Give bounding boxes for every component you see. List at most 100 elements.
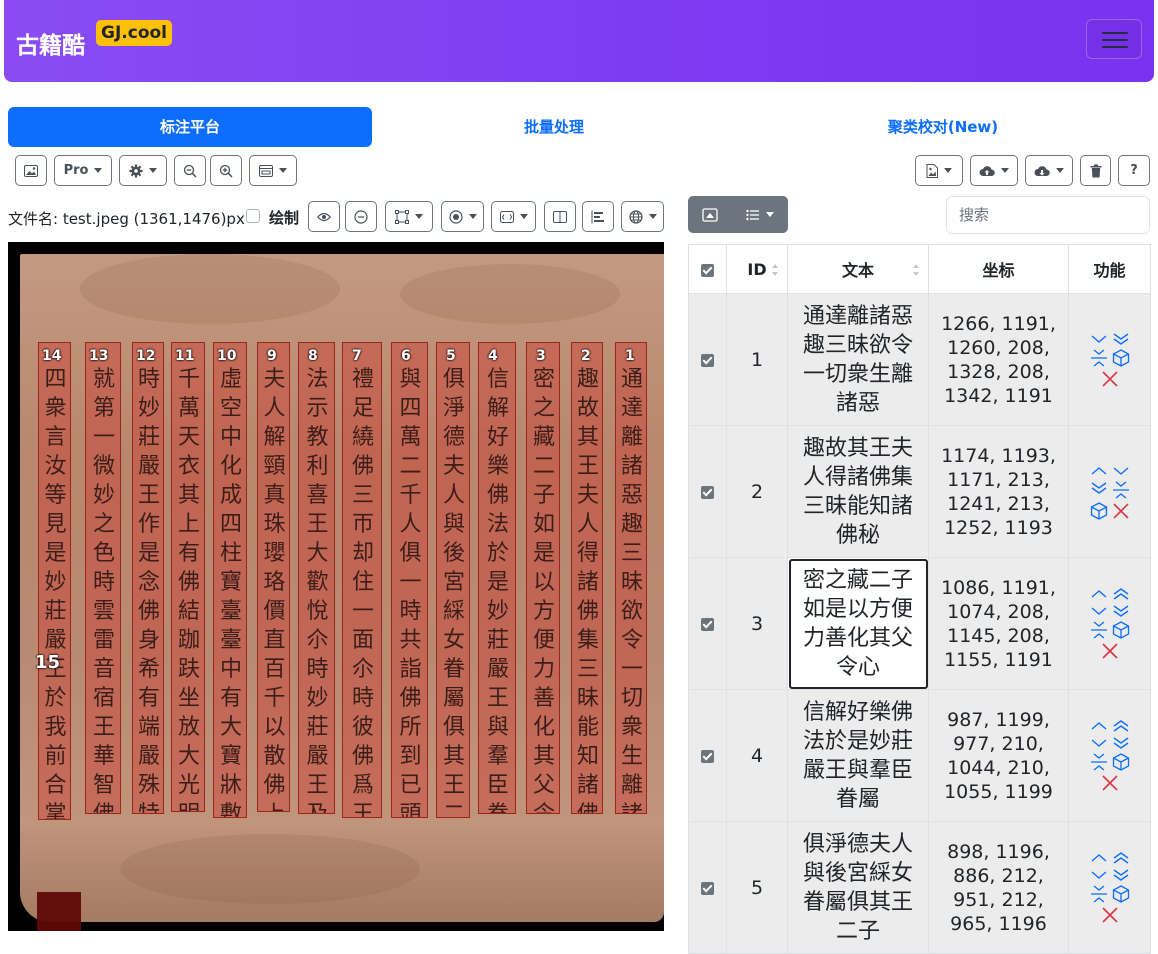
tab-batch[interactable]: 批量处理 xyxy=(372,107,736,147)
merge-icon[interactable] xyxy=(1112,480,1130,499)
box-icon[interactable] xyxy=(1112,885,1130,903)
window-dropdown[interactable] xyxy=(249,155,297,186)
upload-dropdown[interactable] xyxy=(970,155,1018,186)
region-11-box[interactable]: 千萬天衣其上有佛結跏趺坐放大光明尒 xyxy=(171,342,205,812)
row-text-editing[interactable]: 密之藏二子如是以方便力善化其父令心 xyxy=(787,557,929,690)
region-14-box[interactable]: 四衆言汝等見是妙莊嚴王於我前合掌立 xyxy=(38,342,71,820)
move-down-icon[interactable] xyxy=(1090,604,1108,618)
column-header-text[interactable]: 文本 xyxy=(787,244,929,294)
image-button[interactable] xyxy=(15,155,47,186)
list-dropdown[interactable] xyxy=(731,196,788,233)
region-13-box[interactable]: 就第一微妙之色時雲雷音宿王華智佛告 xyxy=(85,342,121,814)
draw-checkbox[interactable] xyxy=(246,209,260,223)
move-bottom-icon[interactable] xyxy=(1112,868,1130,882)
menu-toggle-button[interactable] xyxy=(1086,19,1142,59)
move-up-icon[interactable] xyxy=(1090,719,1108,733)
move-bottom-icon[interactable] xyxy=(1112,604,1130,618)
caret-down-icon xyxy=(765,212,774,217)
delete-row-icon[interactable] xyxy=(1101,642,1119,660)
row-checkbox[interactable] xyxy=(701,750,714,763)
move-top-icon[interactable] xyxy=(1112,851,1130,865)
region-7-number: 7 xyxy=(352,348,362,364)
bbox-dropdown[interactable] xyxy=(385,201,433,232)
image-viewer[interactable]: 通達離諸惡趣三昧欲令一切衆生離諸惡 1 趣故其王夫人得諸佛集三昧能知諸佛秘 2 密之藏二… xyxy=(8,242,664,931)
sort-icon[interactable] xyxy=(771,263,779,277)
move-top-icon[interactable] xyxy=(1112,587,1130,601)
move-down-icon[interactable] xyxy=(1112,464,1130,478)
move-up-icon[interactable] xyxy=(1090,851,1108,865)
help-button[interactable]: ? xyxy=(1118,155,1150,186)
row-text[interactable]: 通達離諸惡趣三昧欲令一切衆生離諸惡 xyxy=(787,293,929,426)
brand-name[interactable]: 古籍酷 xyxy=(16,26,85,60)
merge-icon[interactable] xyxy=(1090,753,1108,771)
fit-dropdown[interactable] xyxy=(491,201,536,232)
row-text[interactable]: 趣故其王夫人得諸佛集三昧能知諸佛秘 xyxy=(787,425,929,558)
region-4-box[interactable]: 信解好樂佛法於是妙莊嚴王與羣臣眷屬 xyxy=(478,342,516,814)
region-1-box[interactable]: 通達離諸惡趣三昧欲令一切衆生離諸惡 xyxy=(615,342,647,814)
merge-icon[interactable] xyxy=(1090,885,1108,903)
tab-cluster[interactable]: 聚类校对(New) xyxy=(758,107,1128,147)
region-12-box[interactable]: 時妙莊嚴王作是念佛身希有端嚴殊特成 xyxy=(132,342,164,814)
select-all-checkbox[interactable] xyxy=(701,263,714,277)
region-7-box[interactable]: 禮足繞佛三帀却住一面尒時彼佛爲王說 xyxy=(342,342,382,818)
table-row[interactable]: 4 信解好樂佛法於是妙莊嚴王與羣臣眷屬 987, 1199, 977, 210,… xyxy=(688,689,1151,822)
image-export-dropdown[interactable] xyxy=(915,155,963,186)
row-checkbox[interactable] xyxy=(701,486,714,499)
align-button[interactable] xyxy=(582,201,614,232)
merge-icon[interactable] xyxy=(1090,348,1108,367)
search-input[interactable] xyxy=(946,196,1150,234)
row-text[interactable]: 信解好樂佛法於是妙莊嚴王與羣臣眷屬 xyxy=(787,689,929,822)
delete-row-icon[interactable] xyxy=(1112,502,1130,520)
move-down-icon[interactable] xyxy=(1090,332,1108,346)
delete-row-icon[interactable] xyxy=(1101,906,1119,924)
move-top-icon[interactable] xyxy=(1112,719,1130,733)
tab-annotation[interactable]: 标注平台 xyxy=(8,107,372,147)
table-row[interactable]: 1 通達離諸惡趣三昧欲令一切衆生離諸惡 1266, 1191, 1260, 20… xyxy=(688,293,1151,426)
delete-button[interactable] xyxy=(1080,155,1111,186)
table-row[interactable]: 5 俱淨德夫人與後宮綵女眷屬俱其王二子 898, 1196, 886, 212,… xyxy=(688,821,1151,954)
move-bottom-icon[interactable] xyxy=(1112,332,1130,346)
region-10-box[interactable]: 虛空中化成四柱寶臺臺中有大寶牀敷百 xyxy=(213,342,247,818)
remove-button[interactable] xyxy=(345,201,377,232)
box-icon[interactable] xyxy=(1090,501,1108,520)
row-text[interactable]: 俱淨德夫人與後宮綵女眷屬俱其王二子 xyxy=(787,821,929,954)
move-up-icon[interactable] xyxy=(1090,587,1108,601)
show-image-button[interactable] xyxy=(688,196,731,233)
settings-dropdown[interactable] xyxy=(119,155,167,186)
select-all-checkbox-cell[interactable] xyxy=(688,244,727,294)
table-row[interactable]: 2 趣故其王夫人得諸佛集三昧能知諸佛秘 1174, 1193, 1171, 21… xyxy=(688,425,1151,558)
pro-dropdown[interactable]: Pro xyxy=(54,155,112,186)
record-dropdown[interactable] xyxy=(441,201,484,232)
region-8-box[interactable]: 法示教利喜王大歡悅尒時妙莊嚴王及其 xyxy=(298,342,335,814)
download-dropdown[interactable] xyxy=(1025,155,1073,186)
zoom-out-button[interactable] xyxy=(174,155,206,186)
box-icon[interactable] xyxy=(1112,348,1130,367)
column-header-id[interactable]: ID xyxy=(726,244,788,294)
move-down-icon[interactable] xyxy=(1090,736,1108,750)
region-5-box[interactable]: 俱淨德夫人與後宮綵女眷屬俱其王二子 xyxy=(436,342,470,818)
move-bottom-icon[interactable] xyxy=(1112,736,1130,750)
region-15-box[interactable] xyxy=(37,892,81,931)
visibility-toggle[interactable] xyxy=(308,201,340,232)
move-up-icon[interactable] xyxy=(1090,464,1108,478)
zoom-in-button[interactable] xyxy=(210,155,242,186)
delete-row-icon[interactable] xyxy=(1101,774,1119,792)
region-6-box[interactable]: 與四萬二千人俱一時共詣佛所到已頭面 xyxy=(391,342,428,818)
row-checkbox[interactable] xyxy=(701,882,714,895)
language-dropdown[interactable] xyxy=(621,201,664,232)
merge-icon[interactable] xyxy=(1090,621,1108,639)
row-checkbox[interactable] xyxy=(701,618,714,631)
split-view-button[interactable] xyxy=(544,201,576,232)
row-checkbox[interactable] xyxy=(701,354,714,367)
region-10-number: 10 xyxy=(217,348,237,364)
delete-row-icon[interactable] xyxy=(1101,370,1119,388)
region-2-box[interactable]: 趣故其王夫人得諸佛集三昧能知諸佛秘 xyxy=(571,342,603,814)
move-bottom-icon[interactable] xyxy=(1090,481,1108,495)
box-icon[interactable] xyxy=(1112,753,1130,771)
region-9-box[interactable]: 夫人解頸真珠瓔珞價直百千以散佛上於 xyxy=(257,342,290,812)
sort-icon[interactable] xyxy=(912,263,920,277)
move-down-icon[interactable] xyxy=(1090,868,1108,882)
box-icon[interactable] xyxy=(1112,621,1130,639)
table-row[interactable]: 3 密之藏二子如是以方便力善化其父令心 1086, 1191, 1074, 20… xyxy=(688,557,1151,690)
region-3-box[interactable]: 密之藏二子如是以方便力善化其父令心 xyxy=(526,342,560,814)
